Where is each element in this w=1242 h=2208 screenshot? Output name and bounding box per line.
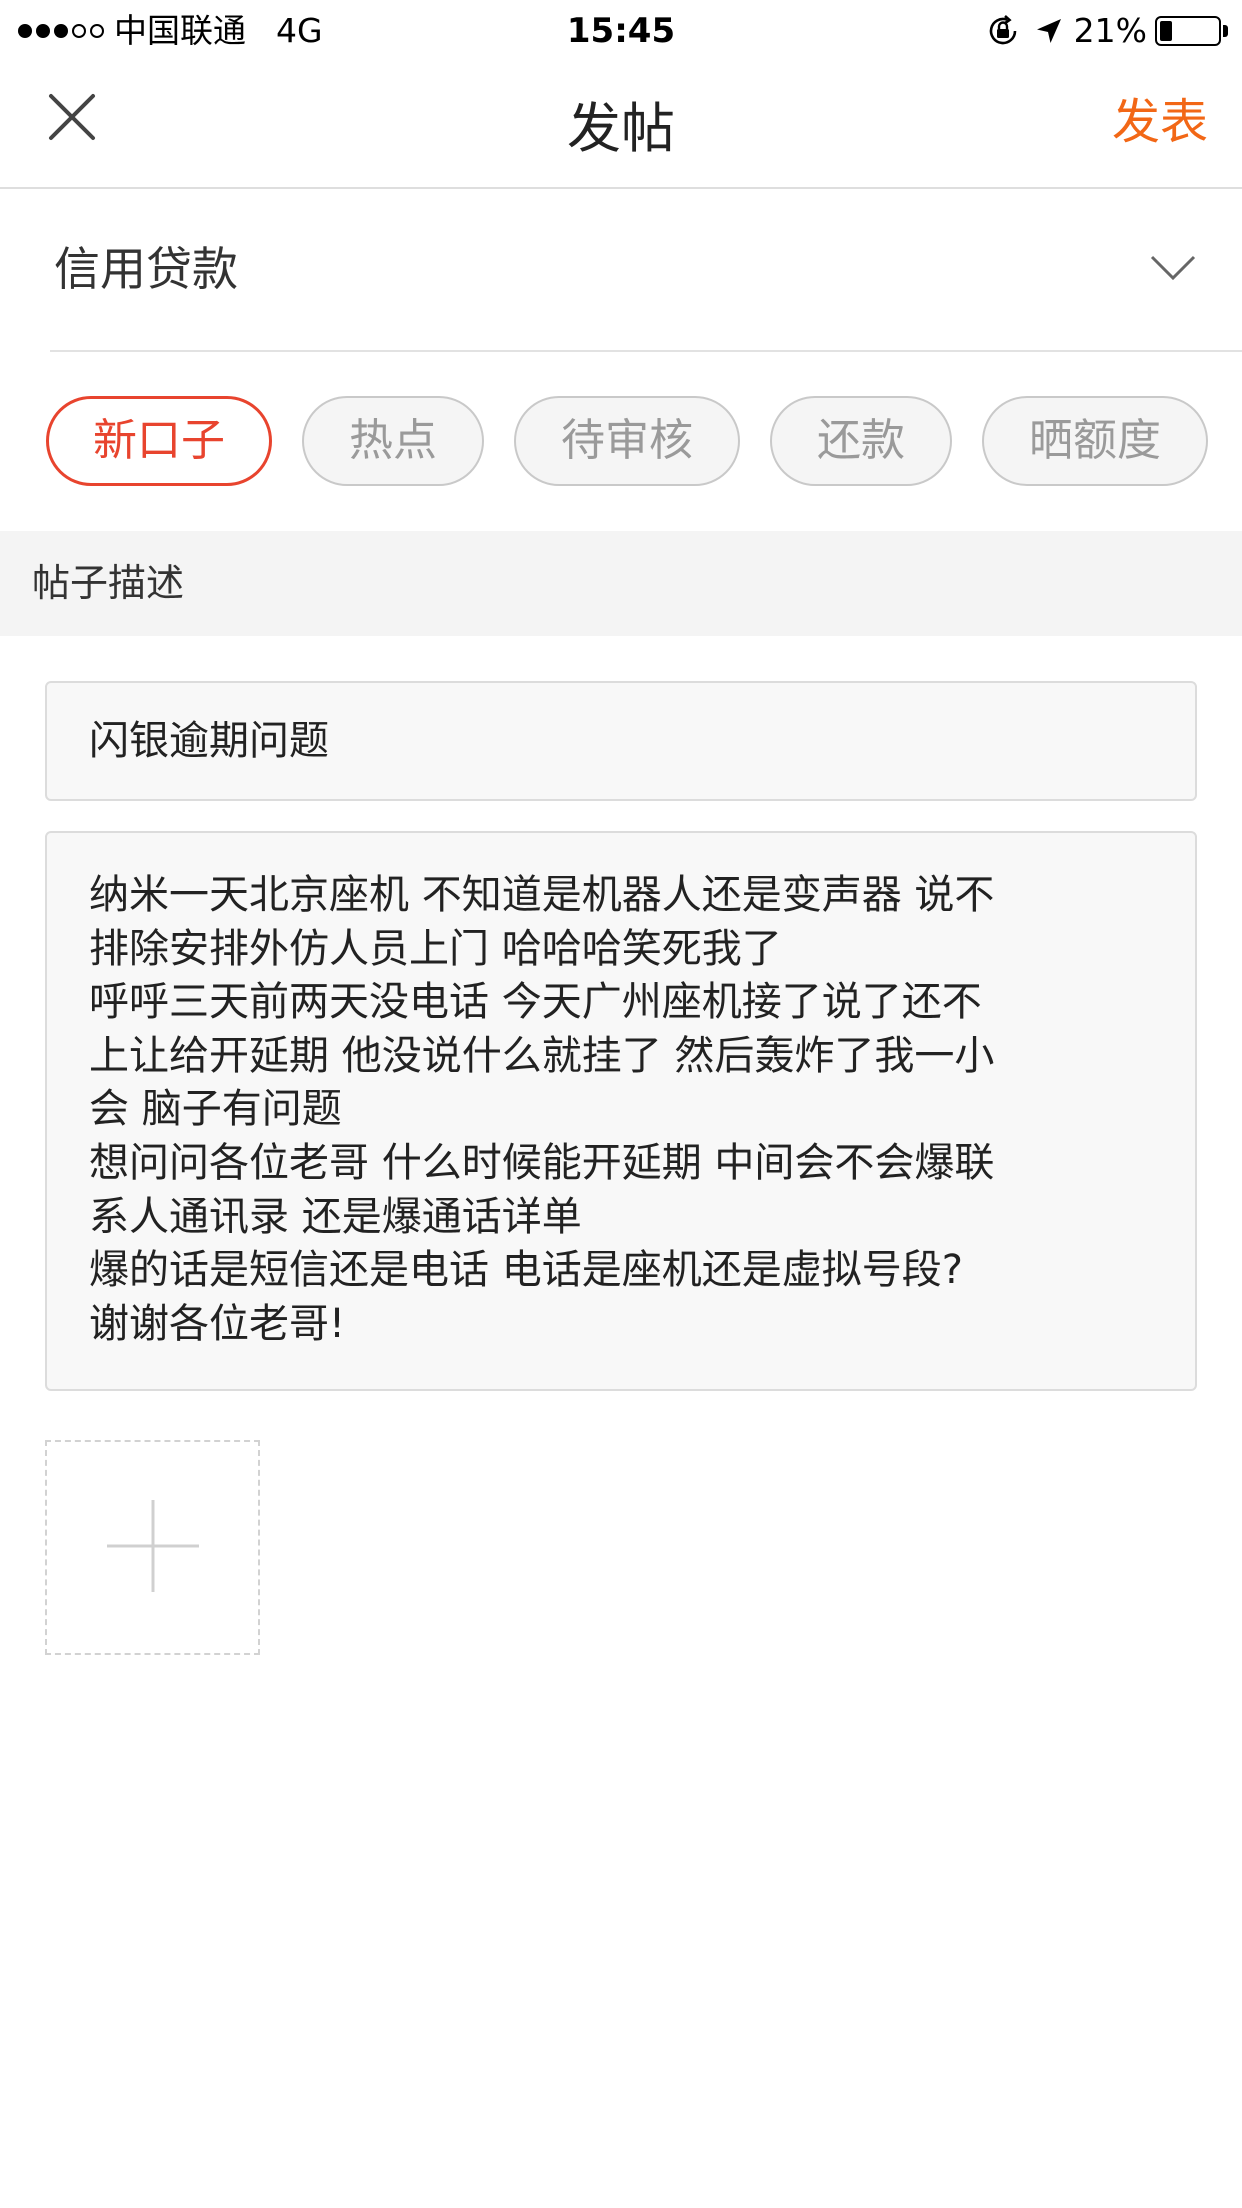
category-selected-value: 信用贷款 (54, 242, 238, 296)
battery-fill (1160, 21, 1172, 41)
publish-button[interactable]: 发表 (1112, 92, 1208, 152)
section-title: 帖子描述 (32, 561, 185, 605)
post-body-textarea[interactable]: 纳米一天北京座机 不知道是机器人还是变声器 说不 排除安排外仿人员上门 哈哈哈笑… (45, 831, 1197, 1391)
body-text-line: 纳米一天北京座机 不知道是机器人还是变声器 说不 (89, 872, 995, 918)
body-text-line: 排除安排外仿人员上门 哈哈哈笑死我了 (89, 925, 782, 972)
orientation-lock-icon (986, 14, 1020, 48)
body-text-line: 系人通讯录 还是爆通话详单 (89, 1193, 582, 1240)
battery-icon (1155, 16, 1221, 46)
tag-repayment[interactable]: 还款 (770, 396, 952, 486)
add-image-button[interactable] (45, 1440, 260, 1655)
status-right: 21% (986, 10, 1228, 52)
post-title-input[interactable]: 闪银逾期问题 (45, 681, 1197, 801)
battery-tip (1223, 25, 1228, 37)
tag-pending-review[interactable]: 待审核 (514, 396, 740, 486)
body-text-line: 上让给开延期 他没说什么就挂了 然后轰炸了我一小 (89, 1032, 995, 1079)
chevron-down-icon (1150, 255, 1196, 285)
body-text-line: 呼呼三天前两天没电话 今天广州座机接了说了还不 (89, 979, 982, 1026)
body-text-line: 爆的话是短信还是电话 电话是座机还是虚拟号段? (89, 1247, 963, 1294)
battery-percent: 21% (1073, 11, 1147, 50)
body-text-line: 想问问各位老哥 什么时候能开延期 中间会不会爆联 (89, 1139, 995, 1186)
body-text-line: 会 脑子有问题 (89, 1086, 342, 1133)
nav-bar: 发帖 发表 (0, 62, 1242, 189)
tag-show-limit[interactable]: 晒额度 (982, 396, 1208, 486)
section-header: 帖子描述 (0, 531, 1242, 636)
tag-new-lender[interactable]: 新口子 (46, 396, 272, 486)
body-text-line: 谢谢各位老哥! (89, 1300, 346, 1347)
plus-icon (106, 1499, 199, 1596)
category-selector[interactable]: 信用贷款 (50, 189, 1242, 352)
tag-hot[interactable]: 热点 (302, 396, 484, 486)
page-title: 发帖 (567, 97, 675, 160)
status-bar: 中国联通 4G 15:45 21% (0, 0, 1242, 62)
tag-list: 新口子 热点 待审核 还款 晒额度 (46, 396, 1208, 486)
location-arrow-icon (1034, 16, 1064, 46)
